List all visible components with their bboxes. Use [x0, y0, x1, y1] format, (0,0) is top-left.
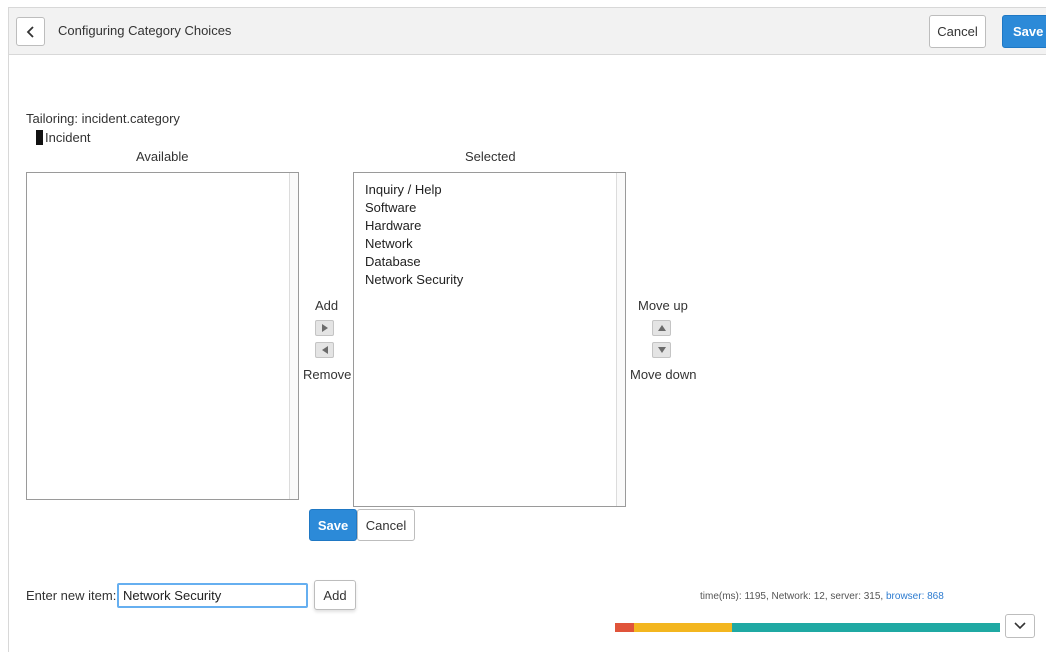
- selected-scrollbar[interactable]: [616, 173, 625, 506]
- left-divider: [8, 55, 9, 652]
- move-up-button[interactable]: [652, 320, 671, 336]
- list-item[interactable]: Network Security: [365, 271, 463, 289]
- chevron-left-icon: [26, 25, 34, 38]
- triangle-left-icon: [321, 346, 328, 354]
- tailoring-label: Tailoring: incident.category: [26, 111, 180, 126]
- list-item[interactable]: Inquiry / Help: [365, 181, 463, 199]
- remove-button[interactable]: [315, 342, 334, 358]
- perf-segment-server: [634, 623, 732, 632]
- cancel-button[interactable]: Cancel: [357, 509, 415, 541]
- table-marker-icon: [36, 130, 43, 145]
- table-indicator: Incident: [36, 130, 91, 145]
- timing-text: time(ms): 1195, Network: 12, server: 315…: [700, 591, 884, 602]
- available-listbox[interactable]: [26, 172, 299, 500]
- back-button[interactable]: [16, 17, 45, 46]
- selected-label: Selected: [465, 149, 516, 164]
- timing-browser-link[interactable]: browser: 868: [886, 591, 944, 602]
- timing-readout: time(ms): 1195, Network: 12, server: 315…: [700, 591, 944, 602]
- expand-timing-button[interactable]: [1005, 614, 1035, 638]
- list-item[interactable]: Software: [365, 199, 463, 217]
- new-item-label: Enter new item:: [26, 588, 117, 603]
- performance-bar: [615, 623, 1000, 632]
- selected-listbox[interactable]: Inquiry / Help Software Hardware Network Dat…: [353, 172, 626, 507]
- page-header: Configuring Category Choices Cancel Save: [8, 7, 1046, 55]
- perf-segment-network: [615, 623, 635, 632]
- available-scrollbar[interactable]: [289, 173, 298, 499]
- add-button[interactable]: [315, 320, 334, 336]
- move-down-label: Move down: [630, 367, 697, 382]
- header-save-button[interactable]: Save: [1002, 15, 1046, 48]
- page-title: Configuring Category Choices: [58, 23, 232, 38]
- move-up-label: Move up: [638, 298, 688, 313]
- header-cancel-button[interactable]: Cancel: [929, 15, 986, 48]
- selected-items: Inquiry / Help Software Hardware Network Dat…: [365, 181, 463, 289]
- add-item-button[interactable]: Add: [314, 580, 356, 610]
- remove-label: Remove: [303, 367, 352, 382]
- table-label: Incident: [45, 130, 91, 145]
- list-item[interactable]: Hardware: [365, 217, 463, 235]
- perf-segment-browser: [731, 623, 1000, 632]
- list-item[interactable]: Database: [365, 253, 463, 271]
- triangle-down-icon: [657, 347, 666, 353]
- save-button[interactable]: Save: [309, 509, 357, 541]
- triangle-up-icon: [657, 325, 666, 331]
- move-down-button[interactable]: [652, 342, 671, 358]
- new-item-input[interactable]: [117, 583, 308, 608]
- add-label: Add: [315, 298, 339, 313]
- available-label: Available: [136, 149, 189, 164]
- chevron-down-icon: [1014, 622, 1026, 630]
- list-item[interactable]: Network: [365, 235, 463, 253]
- triangle-right-icon: [321, 324, 328, 332]
